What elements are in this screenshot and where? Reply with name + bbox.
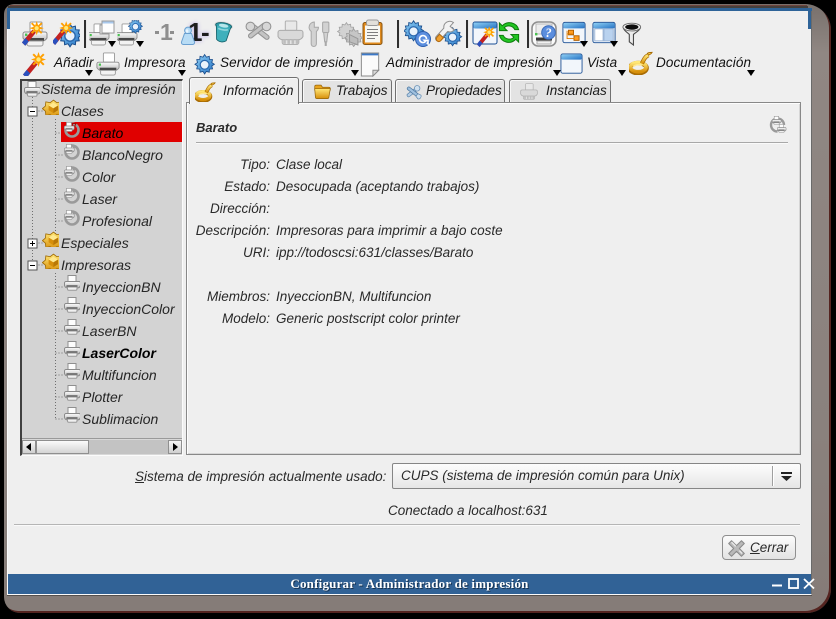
svg-text:?: ? [545, 26, 551, 40]
